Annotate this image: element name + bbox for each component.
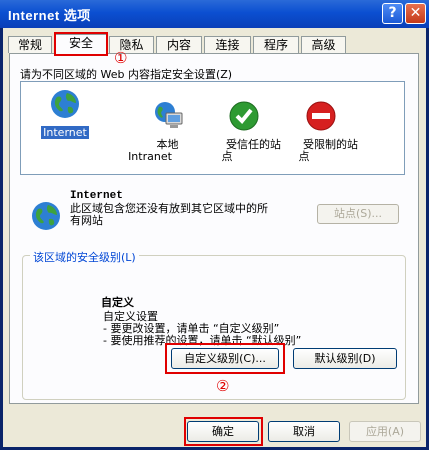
security-level-description: 自定义设置 - 要更改设置，请单击 “自定义级别” - 要使用推荐的设置，请单击… xyxy=(103,310,302,347)
title-bar[interactable]: Internet 选项 ? ✕ xyxy=(0,0,429,28)
trusted-sites-icon xyxy=(229,101,259,131)
zone-info-description: 此区域包含您还没有放到其它区域中的所有网站 xyxy=(70,202,268,227)
apply-button[interactable]: 应用(A) xyxy=(349,421,421,442)
annotation-marker-2: ② xyxy=(216,377,230,395)
zone-restricted-sites[interactable]: 受限制的站 点 xyxy=(268,88,358,175)
zone-list[interactable]: Internet 本地 Intranet 受信任的站 点 受限制的站 点 xyxy=(20,81,405,175)
restricted-sites-icon xyxy=(306,101,336,131)
dialog-client-area: 常规 安全 隐私 内容 连接 程序 高级 ① 请为不同区域的 Web 内容指定安… xyxy=(3,28,426,447)
tab-content[interactable]: 内容 xyxy=(156,36,202,53)
zone-label-restricted-sites: 受限制的站 点 xyxy=(298,138,358,163)
window-title: Internet 选项 xyxy=(8,8,91,23)
local-intranet-icon xyxy=(154,102,183,128)
security-level-legend: 该区域的安全级别(L) xyxy=(30,249,139,265)
zone-trusted-sites[interactable]: 受信任的站 点 xyxy=(191,88,281,175)
annotation-marker-1: ① xyxy=(114,49,128,67)
tab-connections[interactable]: 连接 xyxy=(204,36,251,53)
close-button[interactable]: ✕ xyxy=(405,3,426,24)
tab-programs[interactable]: 程序 xyxy=(253,36,299,53)
tab-general[interactable]: 常规 xyxy=(8,36,52,53)
security-level-name: 自定义 xyxy=(101,296,134,309)
globe-icon xyxy=(32,202,60,230)
zone-local-intranet[interactable]: 本地 Intranet xyxy=(118,88,183,175)
help-button[interactable]: ? xyxy=(382,3,403,24)
annotation-box-ok xyxy=(184,417,263,446)
globe-icon xyxy=(51,90,79,118)
security-level-group: 该区域的安全级别(L) 自定义 自定义设置 - 要更改设置，请单击 “自定义级别… xyxy=(22,249,406,400)
tab-advanced[interactable]: 高级 xyxy=(301,36,346,53)
zone-instruction: 请为不同区域的 Web 内容指定安全设置(Z) xyxy=(20,68,233,81)
zone-label-internet: Internet xyxy=(41,126,89,139)
annotation-box-custom-level xyxy=(165,343,285,374)
zone-info-title: Internet xyxy=(70,190,123,202)
annotation-box-security-tab xyxy=(54,32,108,56)
sites-button[interactable]: 站点(S)... xyxy=(317,204,399,224)
default-level-button[interactable]: 默认级别(D) xyxy=(293,348,397,369)
zone-internet[interactable]: Internet xyxy=(35,88,95,139)
internet-options-window: Internet 选项 ? ✕ 常规 安全 隐私 内容 连接 程序 高级 ① 请… xyxy=(0,0,429,450)
cancel-button[interactable]: 取消 xyxy=(268,421,340,442)
zone-label-local-intranet: 本地 Intranet xyxy=(128,138,179,163)
security-tab-panel: 请为不同区域的 Web 内容指定安全设置(Z) Internet 本地 Intr… xyxy=(9,53,419,404)
